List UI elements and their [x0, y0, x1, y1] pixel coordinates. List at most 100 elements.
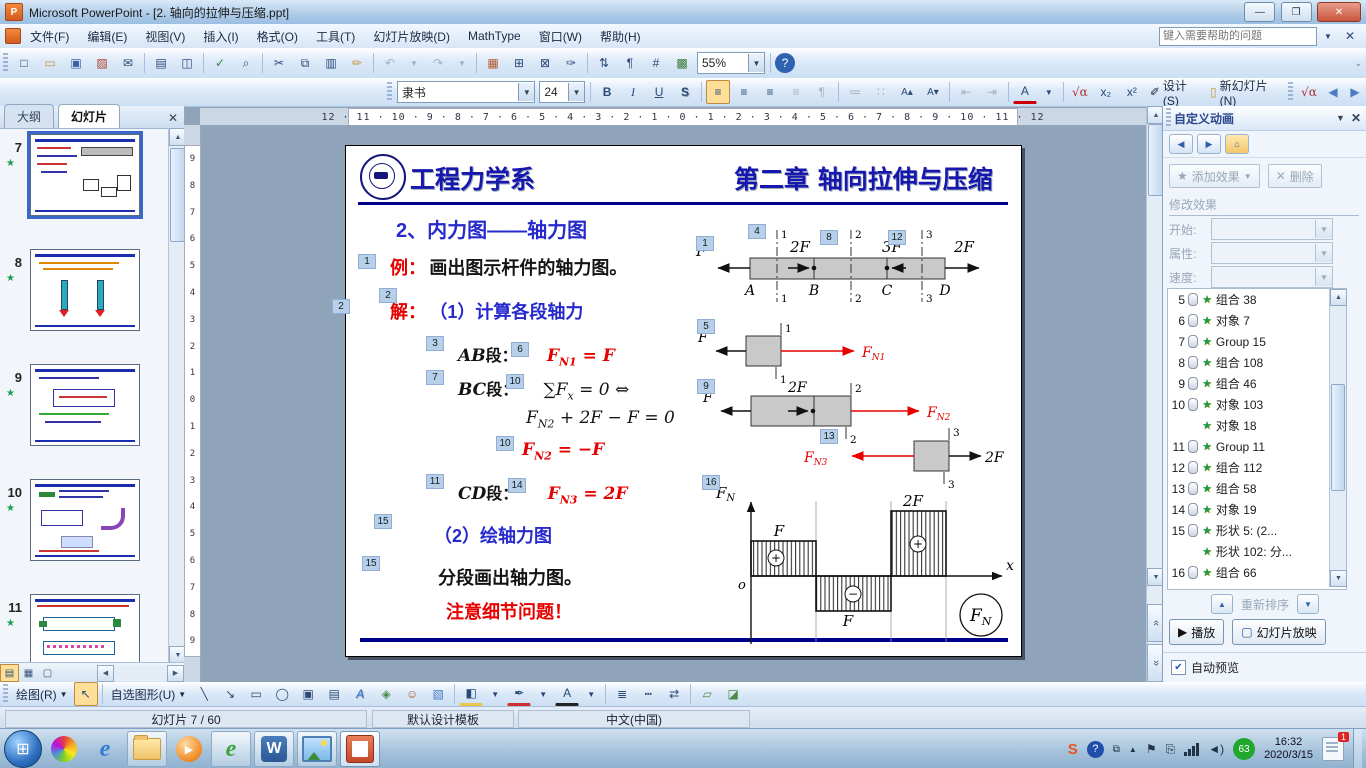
select-pointer-icon[interactable]: ↖: [74, 682, 98, 706]
menu-help[interactable]: 帮助(H): [591, 25, 650, 48]
animation-item[interactable]: 7★Group 15: [1168, 331, 1346, 352]
tab-outline[interactable]: 大纲: [4, 104, 54, 128]
clip-art-icon[interactable]: ☺: [400, 682, 424, 706]
animation-item[interactable]: 16★组合 66: [1168, 562, 1346, 583]
taskbar-ie[interactable]: e: [86, 732, 124, 766]
menu-window[interactable]: 窗口(W): [530, 25, 591, 48]
format-painter-icon[interactable]: ✏: [345, 51, 369, 75]
help-dropdown-icon[interactable]: ▼: [1318, 24, 1338, 48]
new-icon[interactable]: □: [12, 51, 36, 75]
toolbar-grip[interactable]: [3, 684, 8, 704]
add-effect-button[interactable]: ★ 添加效果 ▼: [1169, 164, 1260, 188]
pane-back-icon[interactable]: ◀: [1169, 134, 1193, 154]
show-formatting-icon[interactable]: ¶: [618, 51, 642, 75]
mathtype-toolbar-icon[interactable]: √α: [1297, 80, 1321, 104]
segment-bc-line[interactable]: BC段： ∑Fx = 0 ⇔: [458, 376, 629, 402]
segment-ab-line[interactable]: AB段： FN1 = F: [458, 342, 615, 368]
slide-title[interactable]: 2、内力图——轴力图: [396, 214, 587, 243]
mathtype-inline-icon[interactable]: √α: [1068, 80, 1092, 104]
animation-item[interactable]: ★形状 102: 分...: [1168, 541, 1346, 562]
restore-tray-icon[interactable]: ⧉: [1113, 744, 1120, 755]
slide-thumbnail-9[interactable]: 9 ★: [0, 362, 168, 474]
animation-item[interactable]: 15★形状 5: (2...: [1168, 520, 1346, 541]
line-color-dropdown-icon[interactable]: ▼: [533, 682, 553, 706]
hscroll-left-icon[interactable]: ◀: [97, 665, 114, 682]
taskbar-pinwheel-app[interactable]: [45, 732, 83, 766]
taskbar-powerpoint[interactable]: [340, 731, 380, 767]
close-document-icon[interactable]: ✕: [1340, 24, 1360, 48]
pane-close-icon[interactable]: ✕: [1351, 111, 1361, 125]
arrow-icon[interactable]: ↘: [218, 682, 242, 706]
reorder-down-icon[interactable]: ▼: [1297, 594, 1319, 614]
list-scrollbar[interactable]: ▲ ▼: [1329, 289, 1346, 587]
column-spacing-icon[interactable]: ¶: [810, 80, 834, 104]
line-icon[interactable]: ╲: [192, 682, 216, 706]
thumbnail-preview[interactable]: [30, 364, 140, 446]
volume-icon[interactable]: ◄): [1208, 742, 1224, 756]
wordart-icon[interactable]: A: [348, 682, 372, 706]
slide-thumbnail-8[interactable]: 8 ★: [0, 247, 168, 359]
property-combo[interactable]: ▼: [1211, 242, 1333, 264]
delete-button[interactable]: ✕ 删除: [1268, 164, 1322, 188]
new-slide-button[interactable]: ▯ 新幻灯片(N): [1205, 75, 1285, 110]
zoom-dropdown-icon[interactable]: ▼: [748, 54, 764, 72]
scroll-up-icon[interactable]: ▲: [1330, 289, 1347, 306]
expand-all-icon[interactable]: ⇅: [592, 51, 616, 75]
help-icon[interactable]: ?: [775, 53, 795, 73]
zoom-combo[interactable]: 55% ▼: [697, 52, 765, 74]
font-size-combo[interactable]: 24 ▼: [539, 81, 585, 103]
toolbar-options-icon[interactable]: ⌄: [1354, 58, 1362, 69]
equation-line2[interactable]: FN2 + 2F − F = 0: [526, 408, 675, 430]
superscript-icon[interactable]: x²: [1120, 80, 1144, 104]
font-size-dropdown-icon[interactable]: ▼: [568, 83, 584, 101]
font-color-dropdown-icon[interactable]: ▼: [581, 682, 601, 706]
cut-icon[interactable]: ✂: [267, 51, 291, 75]
close-button[interactable]: ✕: [1317, 2, 1361, 22]
animation-item[interactable]: 13★组合 58: [1168, 478, 1346, 499]
bullets-icon[interactable]: ∷: [869, 80, 893, 104]
line-style-icon[interactable]: ≣: [610, 682, 634, 706]
network-signal-icon[interactable]: [1184, 743, 1199, 756]
research-icon[interactable]: ⌕: [234, 51, 258, 75]
undo-icon[interactable]: ↶: [378, 51, 402, 75]
animation-item[interactable]: 6★对象 7: [1168, 310, 1346, 331]
normal-view-icon[interactable]: ▤: [0, 664, 19, 682]
autopreview-checkbox[interactable]: ✔: [1171, 660, 1186, 675]
minimize-button[interactable]: —: [1244, 2, 1275, 22]
pane-close-icon[interactable]: ✕: [168, 111, 178, 125]
draw-table-icon[interactable]: ⊠: [533, 51, 557, 75]
animation-list[interactable]: 5★组合 38 6★对象 7 7★Group 15 8★组合 108 9★组合 …: [1167, 288, 1347, 590]
bold-icon[interactable]: B: [595, 80, 619, 104]
fill-color-icon[interactable]: ◧: [459, 683, 483, 706]
menu-tools[interactable]: 工具(T): [307, 25, 364, 48]
sogou-tray-icon[interactable]: S: [1068, 741, 1078, 758]
note-text[interactable]: 注意细节问题！: [446, 598, 572, 624]
taskbar-360-browser[interactable]: e: [211, 731, 251, 767]
slideshow-button[interactable]: ▢幻灯片放映: [1232, 619, 1325, 645]
play-button[interactable]: ▶播放: [1169, 619, 1224, 645]
start-combo[interactable]: ▼: [1211, 218, 1333, 240]
thumbnail-preview[interactable]: [30, 249, 140, 331]
draw-text[interactable]: 分段画出轴力图。: [438, 564, 582, 590]
hscroll-right-icon[interactable]: ▶: [167, 665, 184, 682]
font-color-dropdown-icon[interactable]: ▼: [1039, 80, 1059, 104]
help-tray-icon[interactable]: ?: [1087, 741, 1104, 758]
design-button[interactable]: ✐ 设计(S): [1145, 75, 1205, 110]
autoshapes-button[interactable]: 自选图形(U)▼: [106, 684, 192, 705]
color-view-icon[interactable]: ▩: [670, 51, 694, 75]
align-center-icon[interactable]: ≡: [732, 80, 756, 104]
print-icon[interactable]: ▤: [149, 51, 173, 75]
taskbar-word[interactable]: W: [254, 731, 294, 767]
save-icon[interactable]: ▣: [64, 51, 88, 75]
animation-item[interactable]: 9★组合 46: [1168, 373, 1346, 394]
mechanics-diagrams[interactable]: F 2F 3F 2F A B C D 1 1 2 2 3 3: [676, 206, 1021, 651]
equation-result-bc[interactable]: FN2 = −F: [522, 440, 604, 462]
permission-icon[interactable]: ▨: [90, 51, 114, 75]
redo-dropdown-icon[interactable]: ▼: [452, 51, 472, 75]
reorder-up-icon[interactable]: ▲: [1211, 594, 1233, 614]
align-left-icon[interactable]: ≡: [706, 80, 730, 104]
paste-icon[interactable]: ▥: [319, 51, 343, 75]
increase-indent-icon[interactable]: ⇥: [980, 80, 1004, 104]
tab-slides[interactable]: 幻灯片: [58, 104, 120, 128]
nav-forward-icon[interactable]: ▶: [1345, 80, 1365, 104]
